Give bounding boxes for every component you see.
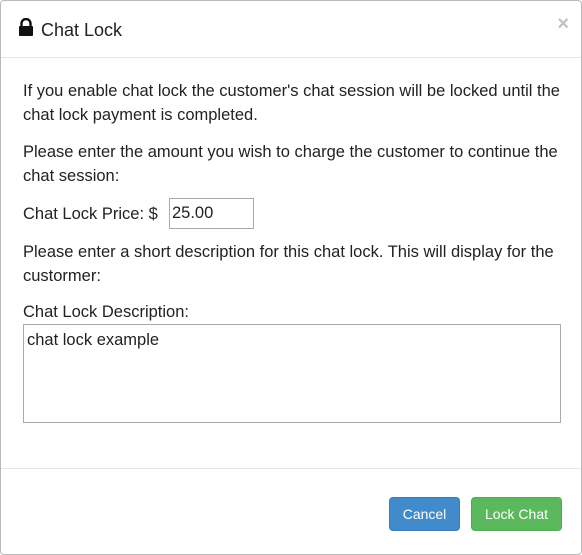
modal-header: Chat Lock × xyxy=(1,1,581,58)
modal-title: Chat Lock xyxy=(41,20,123,40)
lock-icon xyxy=(17,17,35,36)
description-textarea[interactable]: chat lock example xyxy=(23,324,561,423)
price-label: Chat Lock Price: $ xyxy=(23,205,158,223)
modal-footer: Cancel Lock Chat xyxy=(1,468,581,555)
description-prompt: Please enter a short description for thi… xyxy=(23,243,554,285)
price-input[interactable] xyxy=(169,198,254,229)
intro-text: If you enable chat lock the customer's c… xyxy=(23,82,560,124)
lock-chat-button[interactable]: Lock Chat xyxy=(471,497,562,531)
chat-lock-modal: Chat Lock × If you enable chat lock the … xyxy=(0,0,582,555)
cancel-button[interactable]: Cancel xyxy=(389,497,460,531)
description-label: Chat Lock Description: xyxy=(23,303,189,321)
close-icon[interactable]: × xyxy=(557,14,569,34)
amount-prompt: Please enter the amount you wish to char… xyxy=(23,143,558,185)
